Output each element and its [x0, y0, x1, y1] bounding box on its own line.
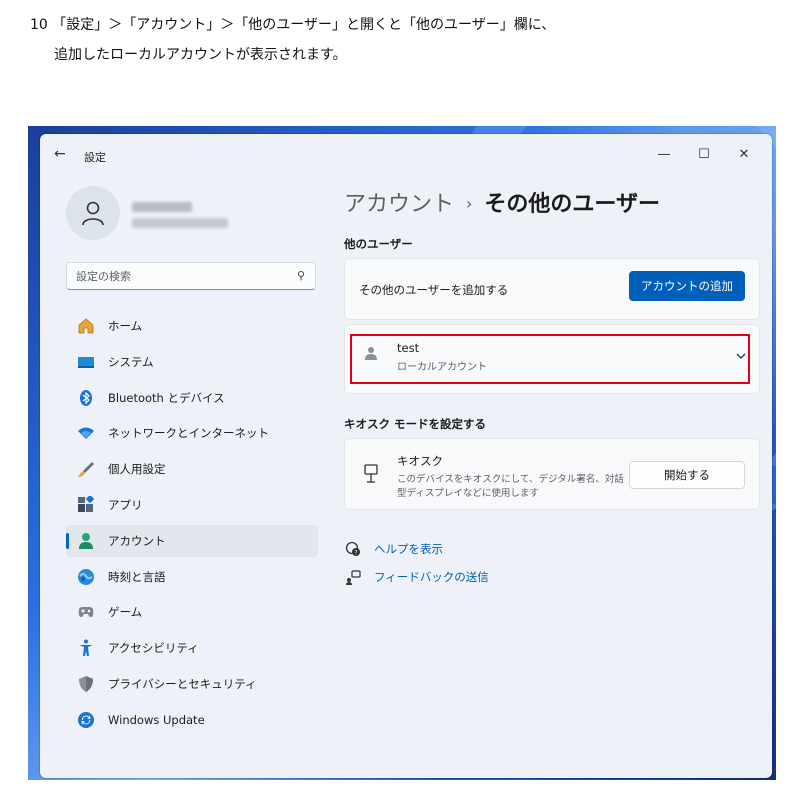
sidebar-item-label: プライバシーとセキュリティ	[108, 676, 257, 691]
kiosk-description-line-1: このデバイスをキオスクにして、デジタル署名、対話	[397, 474, 624, 485]
kiosk-icon	[363, 464, 379, 484]
breadcrumb-separator: ›	[466, 194, 473, 213]
sidebar-item-label: アプリ	[108, 497, 143, 512]
sidebar-item-label: 時刻と言語	[108, 569, 166, 584]
home-icon	[76, 316, 96, 336]
kiosk-description-line-2: 型ディスプレイなどに使用します	[397, 488, 539, 499]
add-user-text: その他のユーザーを追加する	[359, 283, 509, 297]
add-user-card: その他のユーザーを追加する アカウントの追加	[344, 258, 760, 320]
search-input[interactable]	[67, 263, 277, 289]
sidebar-item-label: アカウント	[108, 533, 166, 548]
kiosk-title: キオスク	[397, 454, 443, 468]
breadcrumb-parent[interactable]: アカウント	[344, 192, 454, 217]
title-bar: ← 設定 — ☐ ✕	[40, 134, 772, 174]
back-arrow-icon[interactable]: ←	[54, 146, 66, 162]
system-icon	[76, 352, 96, 372]
page-title: その他のユーザー	[484, 192, 660, 217]
account-icon	[76, 531, 96, 551]
accessibility-icon	[76, 638, 96, 658]
maximize-button[interactable]: ☐	[684, 142, 724, 168]
kiosk-card: キオスク このデバイスをキオスクにして、デジタル署名、対話 型ディスプレイなどに…	[344, 438, 760, 510]
user-card[interactable]: test ローカルアカウント	[344, 324, 760, 394]
breadcrumb: アカウント › その他のユーザー	[344, 186, 660, 218]
sidebar-item-label: システム	[108, 354, 154, 369]
help-icon: ?	[344, 540, 362, 558]
close-button[interactable]: ✕	[724, 142, 764, 168]
sidebar-item-label: ホーム	[108, 319, 143, 333]
help-link[interactable]: ? ヘルプを表示	[344, 540, 443, 558]
sidebar-nav: ホーム システム Bluetooth とデバイス ネットワークとインターネット	[66, 310, 318, 740]
sidebar-item-network[interactable]: ネットワークとインターネット	[66, 417, 318, 449]
profile-email-blurred	[132, 218, 228, 228]
sidebar-item-bluetooth[interactable]: Bluetooth とデバイス	[66, 382, 318, 414]
apps-icon	[76, 495, 96, 515]
sidebar-item-apps[interactable]: アプリ	[66, 489, 318, 521]
section-heading-kiosk: キオスク モードを設定する	[344, 417, 487, 431]
instruction-line-2: 追加したローカルアカウントが表示されます。	[54, 47, 347, 63]
sidebar-item-label: ネットワークとインターネット	[108, 426, 269, 441]
sidebar-item-label: 個人用設定	[108, 462, 166, 477]
svg-text:?: ?	[354, 550, 357, 557]
sidebar-item-label: Windows Update	[108, 712, 205, 727]
sidebar-item-windows-update[interactable]: Windows Update	[66, 704, 318, 736]
start-kiosk-button[interactable]: 開始する	[629, 461, 745, 489]
feedback-link-label: フィードバックの送信	[374, 570, 489, 584]
sidebar-item-label: ゲーム	[108, 605, 143, 620]
gamepad-icon	[76, 602, 96, 622]
settings-window: ← 設定 — ☐ ✕ ⚲ ホーム	[40, 134, 772, 778]
wifi-icon	[76, 423, 96, 443]
section-heading-other-users: 他のユーザー	[344, 237, 413, 251]
instruction-line-1: 10 「設定」＞「アカウント」＞「他のユーザー」と開くと「他のユーザー」欄に、	[30, 17, 556, 33]
person-icon	[363, 345, 379, 361]
bluetooth-icon	[76, 388, 96, 408]
add-account-button[interactable]: アカウントの追加	[629, 271, 745, 301]
instruction-text: 10 「設定」＞「アカウント」＞「他のユーザー」と開くと「他のユーザー」欄に、 …	[30, 10, 770, 70]
window-title: 設定	[84, 151, 106, 164]
avatar[interactable]	[66, 186, 120, 240]
sidebar-item-privacy[interactable]: プライバシーとセキュリティ	[66, 668, 318, 700]
update-icon	[76, 710, 96, 730]
desktop-wallpaper: ← 設定 — ☐ ✕ ⚲ ホーム	[28, 126, 776, 780]
minimize-button[interactable]: —	[644, 142, 684, 168]
user-account-type: ローカルアカウント	[397, 362, 487, 373]
person-icon	[82, 201, 104, 226]
sidebar-item-accessibility[interactable]: アクセシビリティ	[66, 632, 318, 664]
profile-name-blurred	[132, 202, 192, 212]
sidebar-item-label: Bluetooth とデバイス	[108, 390, 225, 405]
search-box: ⚲	[66, 262, 316, 290]
brush-icon	[76, 459, 96, 479]
sidebar-item-home[interactable]: ホーム	[66, 310, 318, 342]
help-link-label: ヘルプを表示	[374, 542, 443, 556]
sidebar-item-accounts[interactable]: アカウント	[66, 524, 318, 557]
search-icon[interactable]: ⚲	[297, 269, 305, 282]
chevron-down-icon[interactable]	[735, 347, 747, 359]
feedback-icon	[344, 568, 362, 586]
sidebar-item-gaming[interactable]: ゲーム	[66, 596, 318, 628]
sidebar-item-label: アクセシビリティ	[108, 641, 199, 656]
feedback-link[interactable]: フィードバックの送信	[344, 568, 489, 586]
user-name: test	[397, 341, 420, 355]
sidebar-item-system[interactable]: システム	[66, 346, 318, 378]
shield-icon	[76, 674, 96, 694]
sidebar-item-time-language[interactable]: 時刻と言語	[66, 561, 318, 593]
sidebar-item-personalization[interactable]: 個人用設定	[66, 453, 318, 485]
globe-icon	[76, 567, 96, 587]
